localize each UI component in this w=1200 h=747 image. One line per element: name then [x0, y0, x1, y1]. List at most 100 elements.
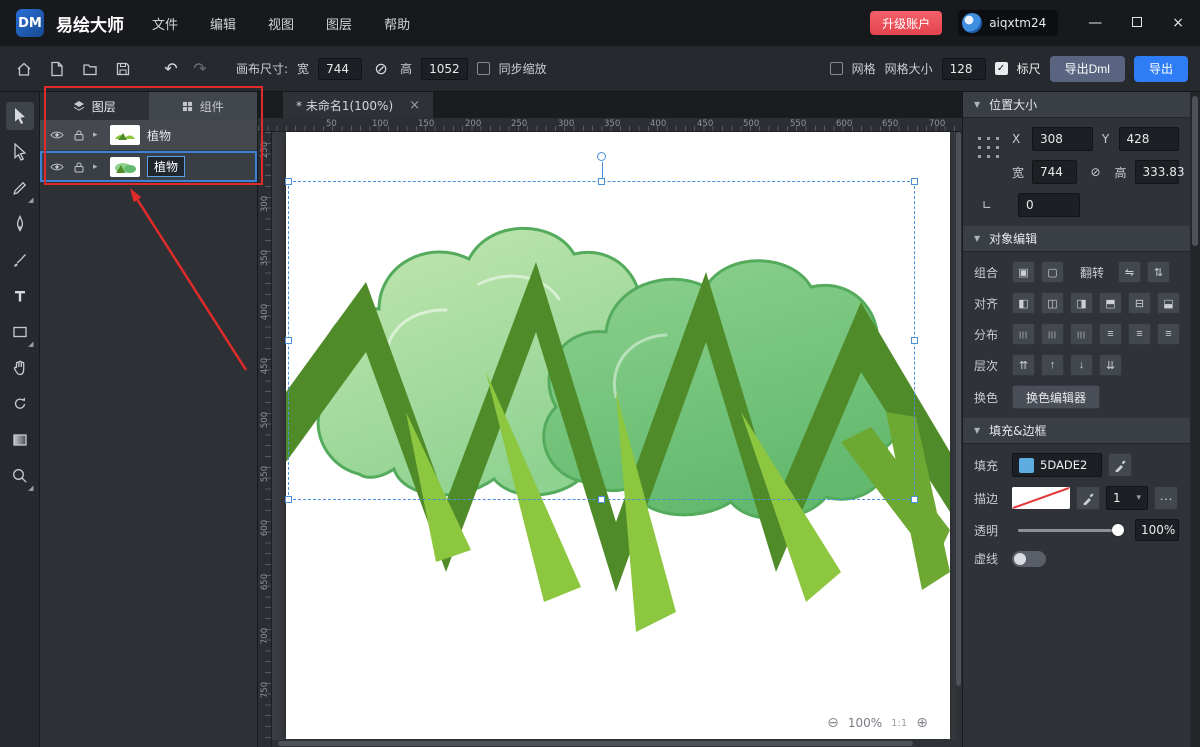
align-bottom-button[interactable]: ⬓	[1157, 292, 1180, 314]
scrollbar-thumb[interactable]	[278, 741, 913, 746]
pencil-tool[interactable]: ◢	[6, 174, 34, 202]
export-button[interactable]: 导出	[1134, 56, 1188, 82]
handle-bottom-right[interactable]	[911, 496, 918, 503]
handle-middle-right[interactable]	[911, 337, 918, 344]
layer-row[interactable]: ▸ 植物	[40, 120, 257, 151]
send-backward-button[interactable]: ↓	[1070, 354, 1093, 376]
visibility-eye-icon[interactable]	[49, 130, 64, 140]
panel-scrollbar[interactable]	[1190, 92, 1200, 747]
align-center-button[interactable]: ◫	[1041, 292, 1064, 314]
width-input[interactable]: 744	[1032, 160, 1077, 184]
shape-tool[interactable]: ◢	[6, 318, 34, 346]
new-file-button[interactable]	[45, 57, 69, 81]
link-size-icon[interactable]: ⊘	[1083, 165, 1109, 179]
export-dml-button[interactable]: 导出Dml	[1050, 56, 1125, 82]
distribute-middle-button[interactable]: ≡	[1128, 323, 1151, 345]
expand-caret-icon[interactable]: ▸	[93, 130, 103, 140]
distribute-center-h-button[interactable]: |||	[1041, 323, 1064, 345]
layer-name-edit-input[interactable]: 植物	[147, 156, 185, 177]
canvas-width-input[interactable]: 744	[318, 58, 362, 80]
zoom-in-button[interactable]: ⊕	[916, 715, 928, 731]
bring-to-front-button[interactable]: ⇈	[1012, 354, 1035, 376]
tab-layers[interactable]: 图层	[40, 92, 149, 120]
align-left-button[interactable]: ◧	[1012, 292, 1035, 314]
distribute-right-button[interactable]: |||	[1070, 323, 1093, 345]
distribute-top-button[interactable]: ≡	[1099, 323, 1122, 345]
section-header-position[interactable]: ▼ 位置大小	[963, 92, 1190, 118]
direct-select-tool[interactable]	[6, 138, 34, 166]
align-top-button[interactable]: ⬒	[1099, 292, 1122, 314]
dash-toggle[interactable]	[1012, 551, 1046, 567]
upgrade-account-button[interactable]: 升级账户	[870, 11, 942, 35]
section-header-object[interactable]: ▼ 对象编辑	[963, 226, 1190, 252]
stroke-color-none[interactable]	[1012, 487, 1070, 509]
expand-caret-icon[interactable]: ▸	[93, 162, 103, 172]
redo-button[interactable]: ↷	[190, 59, 210, 78]
opacity-value[interactable]: 100%	[1135, 519, 1179, 541]
undo-button[interactable]: ↶	[161, 59, 181, 78]
handle-top-middle[interactable]	[598, 178, 605, 185]
distribute-left-button[interactable]: |||	[1012, 323, 1035, 345]
maximize-button[interactable]	[1132, 15, 1142, 31]
align-middle-button[interactable]: ⊟	[1128, 292, 1151, 314]
menu-edit[interactable]: 编辑	[210, 14, 236, 33]
zoom-out-button[interactable]: ⊖	[827, 715, 839, 731]
section-header-fill[interactable]: ▼ 填充&边框	[963, 418, 1190, 444]
account-chip[interactable]: aiqxtm24	[958, 10, 1058, 36]
open-file-button[interactable]	[78, 57, 102, 81]
pen-tool[interactable]	[6, 210, 34, 238]
canvas-height-input[interactable]: 1052	[421, 58, 468, 80]
y-input[interactable]: 428	[1119, 127, 1180, 151]
group-button[interactable]: ▣	[1012, 261, 1035, 283]
select-tool[interactable]	[6, 102, 34, 130]
send-to-back-button[interactable]: ⇊	[1099, 354, 1122, 376]
grid-checkbox[interactable]	[830, 62, 843, 75]
sync-zoom-checkbox[interactable]	[477, 62, 490, 75]
ruler-checkbox[interactable]: ✓	[995, 62, 1008, 75]
document-tab[interactable]: * 未命名1(100%) ×	[283, 92, 433, 118]
selection-box[interactable]	[288, 181, 915, 500]
stroke-eyedropper-button[interactable]	[1076, 486, 1100, 510]
hand-tool[interactable]	[6, 354, 34, 382]
anchor-grid[interactable]	[975, 134, 1002, 161]
bring-forward-button[interactable]: ↑	[1041, 354, 1064, 376]
grid-size-input[interactable]: 128	[942, 58, 986, 80]
gradient-tool[interactable]	[6, 426, 34, 454]
handle-middle-left[interactable]	[285, 337, 292, 344]
ungroup-button[interactable]: ▢	[1041, 261, 1064, 283]
layer-row-selected[interactable]: ▸ 植物	[40, 151, 257, 182]
scrollbar-thumb[interactable]	[956, 132, 961, 686]
fill-color-control[interactable]: 5DADE2	[1012, 453, 1102, 477]
close-tab-icon[interactable]: ×	[409, 98, 420, 113]
rotation-input[interactable]: 0	[1018, 193, 1080, 217]
text-tool[interactable]	[6, 282, 34, 310]
align-right-button[interactable]: ◨	[1070, 292, 1093, 314]
handle-bottom-middle[interactable]	[598, 496, 605, 503]
opacity-slider[interactable]	[1018, 529, 1123, 532]
handle-top-left[interactable]	[285, 178, 292, 185]
stroke-width-select[interactable]: 1 ▾	[1106, 486, 1148, 510]
close-button[interactable]: ×	[1172, 15, 1184, 31]
rotation-handle[interactable]	[597, 152, 606, 161]
minimize-button[interactable]: —	[1088, 15, 1102, 31]
handle-top-right[interactable]	[911, 178, 918, 185]
x-input[interactable]: 308	[1032, 127, 1093, 151]
canvas-horizontal-scrollbar[interactable]	[272, 740, 955, 747]
handle-bottom-left[interactable]	[285, 496, 292, 503]
canvas-vertical-scrollbar[interactable]	[955, 132, 962, 747]
slider-knob[interactable]	[1112, 524, 1124, 536]
zoom-ratio[interactable]: 1:1	[891, 718, 907, 729]
height-input[interactable]: 333.83	[1135, 160, 1180, 184]
menu-layer[interactable]: 图层	[326, 14, 352, 33]
brush-tool[interactable]	[6, 246, 34, 274]
visibility-eye-icon[interactable]	[49, 162, 64, 172]
home-button[interactable]	[12, 57, 36, 81]
stroke-more-button[interactable]: ···	[1154, 486, 1178, 510]
menu-file[interactable]: 文件	[152, 14, 178, 33]
rotate-tool[interactable]	[6, 390, 34, 418]
menu-view[interactable]: 视图	[268, 14, 294, 33]
menu-help[interactable]: 帮助	[384, 14, 410, 33]
lock-icon[interactable]	[71, 161, 86, 173]
scrollbar-thumb[interactable]	[1192, 96, 1198, 246]
fill-eyedropper-button[interactable]	[1108, 453, 1132, 477]
